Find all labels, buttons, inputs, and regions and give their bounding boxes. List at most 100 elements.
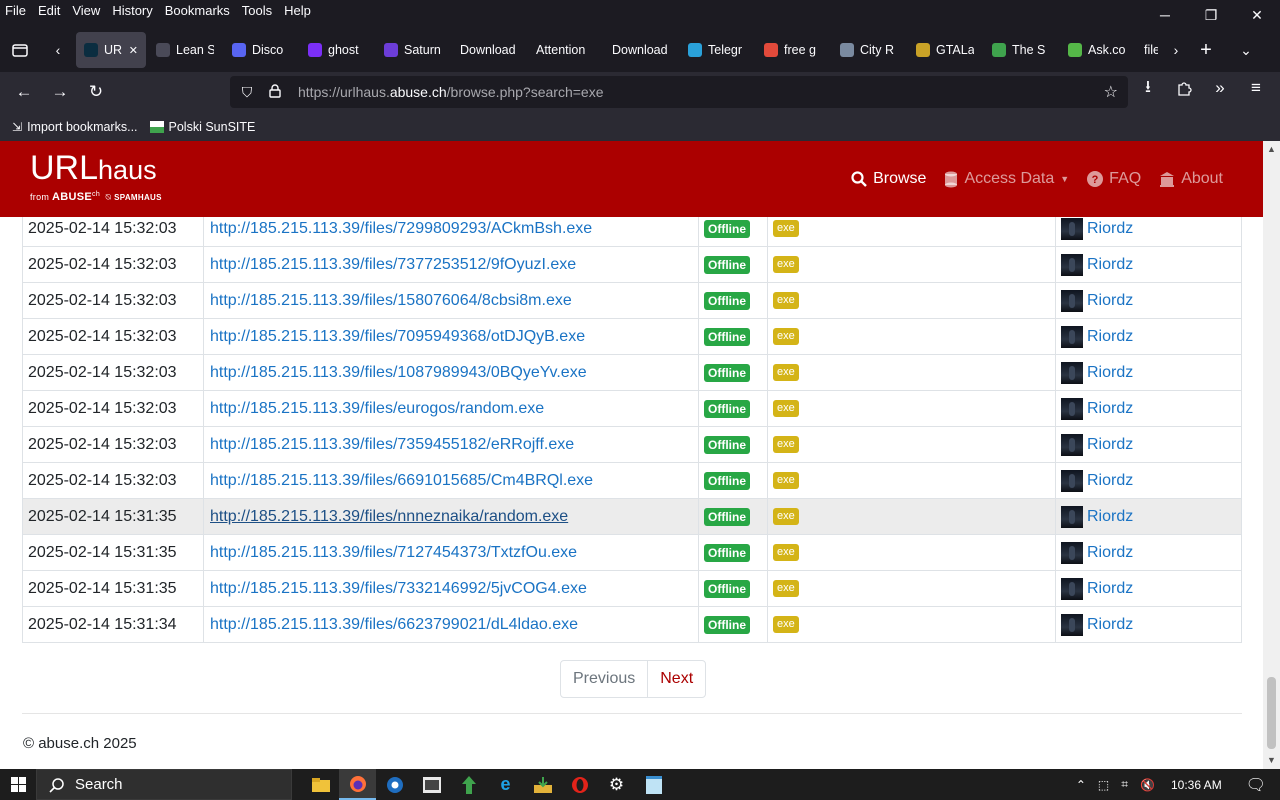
address-bar[interactable]: ⛉ https://urlhaus.abuse.ch/browse.php?se… <box>230 76 1128 108</box>
tray-overflow-chevron-icon[interactable]: ⌃ <box>1070 778 1092 792</box>
opera-icon[interactable] <box>561 769 598 800</box>
terminal-app-icon[interactable] <box>413 769 450 800</box>
menu-bookmarks[interactable]: Bookmarks <box>159 0 236 22</box>
malware-url-link[interactable]: http://185.215.113.39/files/7359455182/e… <box>203 426 698 463</box>
bookmark-star-icon[interactable]: ☆ <box>1104 82 1118 102</box>
tag-badge[interactable]: exe <box>773 472 799 489</box>
browser-tab[interactable]: ghost <box>300 32 374 68</box>
tag-badge[interactable]: exe <box>773 220 799 237</box>
browser-tab[interactable]: Telegr <box>680 32 754 68</box>
tag-badge[interactable]: exe <box>773 580 799 597</box>
scroll-tabs-right-button[interactable]: › <box>1166 30 1186 70</box>
malware-url-link[interactable]: http://185.215.113.39/files/7332146992/5… <box>203 570 698 607</box>
menu-help[interactable]: Help <box>278 0 317 22</box>
scroll-up-arrow-icon[interactable]: ▲ <box>1263 141 1280 158</box>
reporter-link[interactable]: Riordz <box>1087 256 1133 274</box>
malware-url-link[interactable]: http://185.215.113.39/files/6623799021/d… <box>203 606 698 643</box>
urlhaus-logo[interactable]: URLhaus from ABUSEch ⍉ SPAMHAUS <box>30 151 162 203</box>
tag-badge[interactable]: exe <box>773 436 799 453</box>
reporter-link[interactable]: Riordz <box>1087 328 1133 346</box>
scroll-down-arrow-icon[interactable]: ▼ <box>1263 752 1280 769</box>
browser-tab[interactable]: City R <box>832 32 906 68</box>
reporter-link[interactable]: Riordz <box>1087 292 1133 310</box>
volume-muted-icon[interactable]: 🔇 <box>1134 778 1161 792</box>
malware-url-link[interactable]: http://185.215.113.39/files/7095949368/o… <box>203 318 698 355</box>
tag-badge[interactable]: exe <box>773 328 799 345</box>
browser-tab[interactable]: file <box>1136 32 1166 68</box>
browser-app-icon[interactable] <box>376 769 413 800</box>
reporter-link[interactable]: Riordz <box>1087 472 1133 490</box>
tray-app-icon[interactable]: ⬚ <box>1092 778 1115 792</box>
new-tab-button[interactable]: + <box>1186 30 1226 70</box>
malware-url-link[interactable]: http://185.215.113.39/files/158076064/8c… <box>203 282 698 319</box>
tracking-protection-icon[interactable]: ⛉ <box>236 84 258 101</box>
previous-page-button[interactable]: Previous <box>561 661 649 697</box>
menu-tools[interactable]: Tools <box>236 0 278 22</box>
browser-tab[interactable]: GTALa <box>908 32 982 68</box>
menu-history[interactable]: History <box>106 0 158 22</box>
menu-file[interactable]: File <box>0 0 32 22</box>
forward-button[interactable]: → <box>42 76 78 108</box>
browser-tab[interactable]: Ask.co <box>1060 32 1134 68</box>
lock-icon[interactable] <box>264 83 286 101</box>
close-tab-icon[interactable]: ✕ <box>129 44 138 57</box>
settings-gear-icon[interactable]: ⚙ <box>598 769 635 800</box>
notepad-icon[interactable] <box>635 769 672 800</box>
reporter-link[interactable]: Riordz <box>1087 580 1133 598</box>
scrollbar-thumb[interactable] <box>1267 677 1276 749</box>
tag-badge[interactable]: exe <box>773 364 799 381</box>
malware-url-link[interactable]: http://185.215.113.39/files/7127454373/T… <box>203 534 698 571</box>
firefox-icon[interactable] <box>339 769 376 800</box>
download-manager-icon[interactable] <box>450 769 487 800</box>
browser-tab[interactable]: The S <box>984 32 1058 68</box>
taskbar-search[interactable]: Search <box>36 769 292 800</box>
downloads-icon[interactable]: ⭳ <box>1130 72 1166 104</box>
malware-url-link[interactable]: http://185.215.113.39/files/nnneznaika/r… <box>203 498 698 535</box>
notifications-icon[interactable]: 🗨 <box>1232 775 1280 795</box>
extensions-icon[interactable] <box>1166 72 1202 104</box>
back-button[interactable]: ← <box>6 76 42 108</box>
minimize-button[interactable]: ─ <box>1142 0 1188 30</box>
close-window-button[interactable]: ✕ <box>1234 0 1280 30</box>
tab-overview-button[interactable] <box>0 30 40 70</box>
browser-tab[interactable]: Download <box>452 32 526 68</box>
nav-access-data[interactable]: Access Data ▼ <box>944 170 1069 188</box>
reporter-link[interactable]: Riordz <box>1087 616 1133 634</box>
file-explorer-icon[interactable] <box>302 769 339 800</box>
browser-tab[interactable]: free g <box>756 32 830 68</box>
tag-badge[interactable]: exe <box>773 292 799 309</box>
network-icon[interactable]: ⌗ <box>1115 777 1134 792</box>
menu-view[interactable]: View <box>66 0 106 22</box>
reporter-link[interactable]: Riordz <box>1087 400 1133 418</box>
malware-url-link[interactable]: http://185.215.113.39/files/1087989943/0… <box>203 354 698 391</box>
malware-url-link[interactable]: http://185.215.113.39/files/7377253512/9… <box>203 246 698 283</box>
scroll-tabs-left-button[interactable]: ‹ <box>40 30 76 70</box>
browser-tab[interactable]: Lean S <box>148 32 222 68</box>
bookmark-polski-sunsite[interactable]: Polski SunSITE <box>149 120 255 134</box>
browser-tab[interactable]: URL ✕ <box>76 32 146 68</box>
taskbar-clock[interactable]: 10:36 AM <box>1161 778 1232 792</box>
nav-about[interactable]: About <box>1159 170 1223 188</box>
hamburger-menu-icon[interactable]: ≡ <box>1238 72 1274 104</box>
browser-tab[interactable]: Attention <box>528 32 602 68</box>
reporter-link[interactable]: Riordz <box>1087 364 1133 382</box>
start-button[interactable] <box>0 769 36 800</box>
malware-url-link[interactable]: http://185.215.113.39/files/6691015685/C… <box>203 462 698 499</box>
tag-badge[interactable]: exe <box>773 256 799 273</box>
installer-icon[interactable] <box>524 769 561 800</box>
tag-badge[interactable]: exe <box>773 400 799 417</box>
browser-tab[interactable]: Download <box>604 32 678 68</box>
browser-tab[interactable]: Disco <box>224 32 298 68</box>
reporter-link[interactable]: Riordz <box>1087 436 1133 454</box>
internet-explorer-icon[interactable]: e <box>487 769 524 800</box>
tag-badge[interactable]: exe <box>773 508 799 525</box>
tab-list-dropdown-button[interactable]: ⌄ <box>1226 30 1266 70</box>
malware-url-link[interactable]: http://185.215.113.39/files/eurogos/rand… <box>203 390 698 427</box>
nav-browse[interactable]: Browse <box>851 170 926 188</box>
reporter-link[interactable]: Riordz <box>1087 508 1133 526</box>
overflow-chevron-icon[interactable]: » <box>1202 72 1238 104</box>
menu-edit[interactable]: Edit <box>32 0 66 22</box>
tag-badge[interactable]: exe <box>773 544 799 561</box>
reload-button[interactable]: ↻ <box>78 76 114 108</box>
url-text[interactable]: https://urlhaus.abuse.ch/browse.php?sear… <box>298 84 603 100</box>
